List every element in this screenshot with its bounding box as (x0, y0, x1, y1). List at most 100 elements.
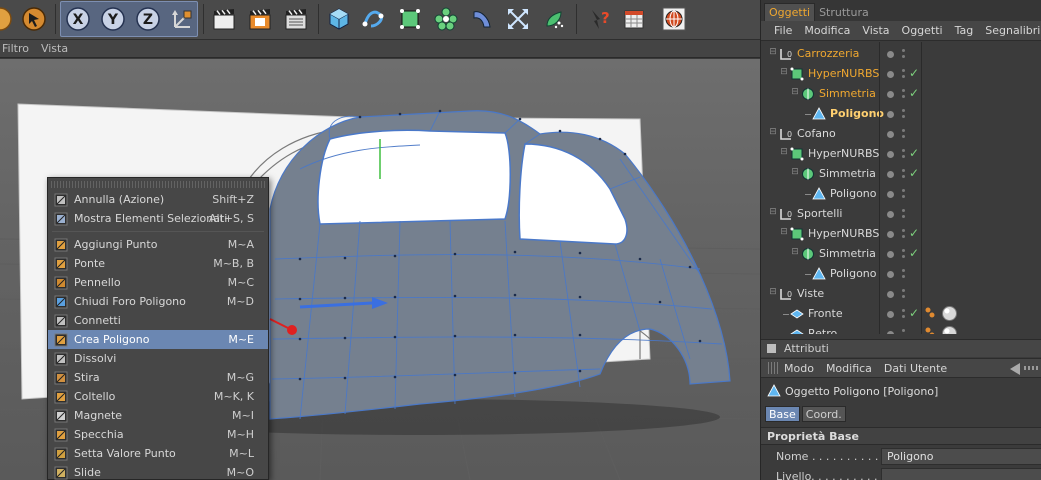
axis-y-icon[interactable]: Y (97, 3, 129, 35)
visibility-toggle[interactable] (887, 311, 894, 318)
menu-tag[interactable]: Tag (955, 24, 974, 37)
menu-item-magnete[interactable]: Magnete M~I (48, 406, 268, 425)
back-arrow-icon[interactable] (1010, 363, 1020, 375)
collapse-icon[interactable]: ⊟ (789, 86, 801, 98)
render-visibility-dot[interactable] (902, 315, 905, 318)
object-name[interactable]: Sportelli (797, 207, 842, 220)
menu-file[interactable]: File (774, 24, 792, 37)
collapse-icon[interactable]: ⊟ (767, 206, 779, 218)
render-visibility-dot[interactable] (902, 295, 905, 298)
collapse-icon[interactable]: ⊟ (767, 46, 779, 58)
visibility-toggle[interactable] (887, 251, 894, 258)
render-visibility-dot[interactable] (902, 135, 905, 138)
visibility-toggle[interactable] (887, 191, 894, 198)
editor-visibility-dot[interactable] (902, 249, 905, 252)
menu-item-aggiungi-punto[interactable]: Aggiungi Punto M~A (48, 235, 268, 254)
viewport-menu-filtro[interactable]: Filtro (2, 42, 29, 55)
enabled-check-icon[interactable]: ✓ (909, 166, 919, 180)
visibility-toggle[interactable] (887, 291, 894, 298)
editor-visibility-dot[interactable] (902, 89, 905, 92)
editor-visibility-dot[interactable] (902, 289, 905, 292)
menu-item-coltello[interactable]: Coltello M~K, K (48, 387, 268, 406)
visibility-toggle[interactable] (887, 91, 894, 98)
editor-visibility-dot[interactable] (902, 329, 905, 332)
tree-row[interactable]: ⊟ Simmetria ✓ (761, 164, 1041, 184)
render-settings-icon[interactable] (280, 3, 312, 35)
enabled-check-icon[interactable]: ✓ (909, 86, 919, 100)
collapse-icon[interactable]: ⊟ (767, 286, 779, 298)
editor-visibility-dot[interactable] (902, 69, 905, 72)
render-visibility-dot[interactable] (902, 115, 905, 118)
material-tag-icon[interactable] (941, 305, 958, 322)
tree-row[interactable]: Poligono (761, 104, 1041, 124)
enabled-check-icon[interactable]: ✓ (909, 246, 919, 260)
object-name[interactable]: Carrozzeria (797, 47, 859, 60)
tab-oggetti[interactable]: Oggetti (764, 3, 816, 21)
tree-row[interactable]: ⊟ 0 Carrozzeria (761, 44, 1041, 64)
editor-visibility-dot[interactable] (902, 49, 905, 52)
menu-item-specchia[interactable]: Specchia M~H (48, 425, 268, 444)
editor-visibility-dot[interactable] (902, 169, 905, 172)
tree-row[interactable]: ⊟ HyperNURBS ✓ (761, 224, 1041, 244)
selection-icon[interactable] (0, 3, 16, 35)
tag-icon[interactable] (924, 326, 936, 334)
name-field[interactable]: Poligono (881, 448, 1041, 465)
tree-row[interactable]: Poligono (761, 184, 1041, 204)
axis-z-icon[interactable]: Z (132, 3, 164, 35)
editor-visibility-dot[interactable] (902, 209, 905, 212)
editor-visibility-dot[interactable] (902, 309, 905, 312)
menu-grip[interactable] (51, 181, 265, 188)
visibility-toggle[interactable] (887, 231, 894, 238)
tree-row[interactable]: ⊟ HyperNURBS ✓ (761, 64, 1041, 84)
menu-dati-utente[interactable]: Dati Utente (884, 362, 947, 375)
enabled-check-icon[interactable]: ✓ (909, 66, 919, 80)
viewport-menu-vista[interactable]: Vista (41, 42, 68, 55)
visibility-toggle[interactable] (887, 71, 894, 78)
object-name[interactable]: Viste (797, 287, 824, 300)
collapse-icon[interactable]: ⊟ (789, 246, 801, 258)
more-icon[interactable] (1024, 366, 1038, 370)
web-icon[interactable] (658, 3, 690, 35)
visibility-toggle[interactable] (887, 131, 894, 138)
collapse-icon[interactable]: ⊟ (778, 146, 790, 158)
axis-x-icon[interactable]: X (62, 3, 94, 35)
object-name[interactable]: Simmetria (819, 247, 876, 260)
tab-struttura[interactable]: Struttura (815, 3, 873, 21)
menu-item-annulla-azione[interactable]: Annulla (Azione) Shift+Z (48, 190, 268, 209)
visibility-toggle[interactable] (887, 331, 894, 334)
editor-visibility-dot[interactable] (902, 109, 905, 112)
nurbs-icon[interactable] (394, 3, 426, 35)
tree-row[interactable]: ⊟ 0 Sportelli (761, 204, 1041, 224)
collapse-icon[interactable]: ⊟ (767, 126, 779, 138)
object-name[interactable]: Poligono (830, 187, 877, 200)
object-name[interactable]: Poligono (830, 267, 877, 280)
tree-row[interactable]: Poligono (761, 264, 1041, 284)
tree-row[interactable]: ⊟ HyperNURBS ✓ (761, 144, 1041, 164)
undo-icon[interactable] (18, 3, 50, 35)
menu-modo[interactable]: Modo (784, 362, 814, 375)
menu-item-stira[interactable]: Stira M~G (48, 368, 268, 387)
collapse-icon[interactable]: ⊟ (778, 226, 790, 238)
tree-row[interactable]: ⊟ 0 Cofano (761, 124, 1041, 144)
editor-visibility-dot[interactable] (902, 229, 905, 232)
menu-item-crea-poligono[interactable]: Crea Poligono M~E (48, 330, 268, 349)
cube-icon[interactable] (323, 3, 355, 35)
object-name[interactable]: HyperNURBS (808, 67, 879, 80)
render-visibility-dot[interactable] (902, 215, 905, 218)
render-visibility-dot[interactable] (902, 235, 905, 238)
menu-modifica[interactable]: Modifica (804, 24, 850, 37)
visibility-toggle[interactable] (887, 51, 894, 58)
collapse-icon[interactable]: ⊟ (778, 66, 790, 78)
render-visibility-dot[interactable] (902, 195, 905, 198)
column-divider[interactable] (879, 42, 880, 334)
material-tag-icon[interactable] (941, 325, 958, 334)
tab-coord[interactable]: Coord. (801, 406, 846, 422)
environment-icon[interactable] (538, 3, 570, 35)
tree-row[interactable]: Retro (761, 324, 1041, 334)
object-name[interactable]: Cofano (797, 127, 836, 140)
object-name[interactable]: Simmetria (819, 87, 876, 100)
menu-item-pennello[interactable]: Pennello M~C (48, 273, 268, 292)
tree-row[interactable]: Fronte ✓ (761, 304, 1041, 324)
array-icon[interactable] (430, 3, 462, 35)
editor-visibility-dot[interactable] (902, 189, 905, 192)
